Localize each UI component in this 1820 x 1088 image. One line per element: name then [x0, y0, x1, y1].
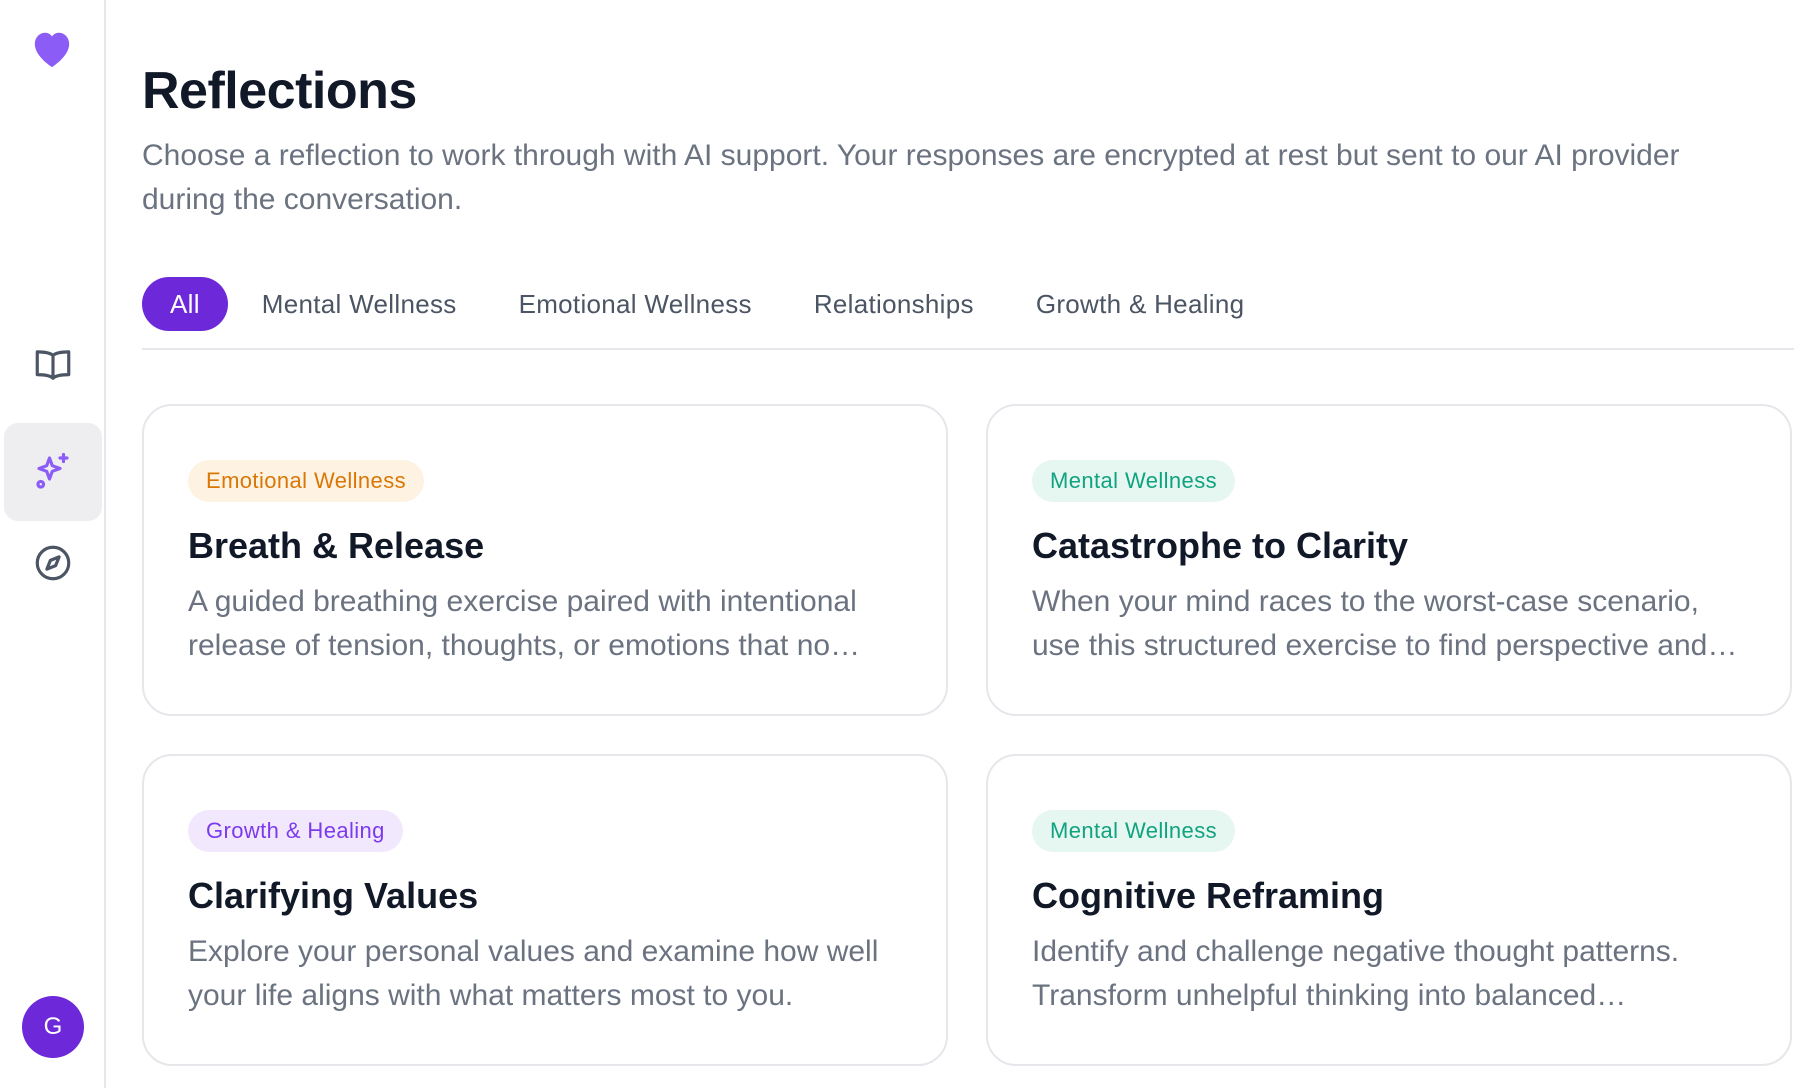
sidebar-item-journal[interactable]: [4, 316, 102, 414]
main-content: Reflections Choose a reflection to work …: [106, 0, 1820, 1088]
card-title: Clarifying Values: [188, 875, 479, 916]
reflection-card[interactable]: Emotional Wellness Breath & Release A gu…: [142, 404, 948, 716]
category-badge: Mental Wellness: [1032, 460, 1235, 502]
card-description: Identify and challenge negative thought …: [1032, 935, 1680, 1012]
heart-icon[interactable]: [29, 27, 75, 69]
tab-all[interactable]: All: [142, 277, 228, 331]
reflection-grid: Emotional Wellness Breath & Release A gu…: [142, 404, 1794, 1066]
card-description: Explore your personal values and examine…: [188, 935, 879, 1012]
reflection-card[interactable]: Growth & Healing Clarifying Values Explo…: [142, 754, 948, 1066]
reflection-card[interactable]: Mental Wellness Catastrophe to Clarity W…: [986, 404, 1792, 716]
card-title: Catastrophe to Clarity: [1032, 525, 1409, 566]
book-open-icon: [35, 350, 71, 380]
sparkles-icon: [36, 452, 69, 489]
tab-relationships[interactable]: Relationships: [786, 277, 1002, 331]
sidebar-item-explore[interactable]: [4, 514, 102, 612]
tab-emotional-wellness[interactable]: Emotional Wellness: [491, 277, 780, 331]
avatar-initial: G: [43, 1013, 63, 1040]
compass-icon: [35, 545, 71, 581]
category-tabs: All Mental Wellness Emotional Wellness R…: [142, 276, 1794, 332]
app-root: G Reflections Choose a reflection to wor…: [0, 0, 1820, 1088]
page-title: Reflections: [142, 62, 417, 120]
tabs-divider: [142, 348, 1794, 350]
reflection-card[interactable]: Mental Wellness Cognitive Reframing Iden…: [986, 754, 1792, 1066]
card-description: When your mind races to the worst-case s…: [1032, 585, 1708, 662]
avatar[interactable]: G: [22, 996, 84, 1058]
tab-growth-healing[interactable]: Growth & Healing: [1008, 277, 1273, 331]
card-title: Cognitive Reframing: [1032, 875, 1385, 916]
category-badge: Mental Wellness: [1032, 810, 1235, 852]
page-subtitle: Choose a reflection to work through with…: [142, 139, 1680, 216]
sidebar-item-reflections[interactable]: [4, 423, 102, 521]
card-title: Breath & Release: [188, 525, 485, 566]
category-badge: Emotional Wellness: [188, 460, 424, 502]
category-badge: Growth & Healing: [188, 810, 403, 852]
card-description: A guided breathing exercise paired with …: [188, 585, 857, 662]
sidebar: G: [0, 0, 106, 1088]
tab-mental-wellness[interactable]: Mental Wellness: [234, 277, 485, 331]
